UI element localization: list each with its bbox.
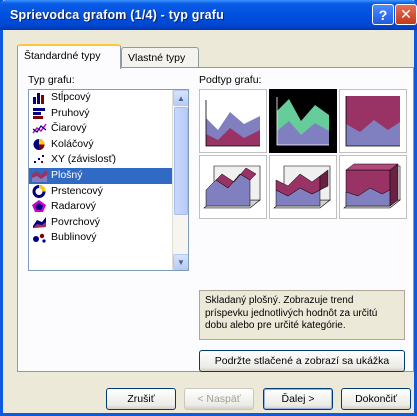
list-item-bar[interactable]: Pruhový xyxy=(29,106,188,122)
chart-type-scrollbar[interactable]: ▲ ▼ xyxy=(172,90,188,270)
list-item-pie[interactable]: Koláčový xyxy=(29,137,188,153)
press-and-hold-preview-button[interactable]: Podržte stlačené a zobrazí sa ukážka xyxy=(199,350,405,372)
subtype-stacked-area[interactable] xyxy=(269,89,337,153)
list-item-radar[interactable]: Radarový xyxy=(29,199,188,215)
list-item-doughnut[interactable]: Prstencový xyxy=(29,184,188,200)
help-button[interactable]: ? xyxy=(372,4,394,25)
bar-chart-icon xyxy=(33,107,45,119)
chevron-down-icon: ▼ xyxy=(177,257,185,267)
area-subtype-icon xyxy=(205,100,260,147)
chart-type-list[interactable]: Stĺpcový Pruhový Čiarový Koláčový XY (zá… xyxy=(28,89,189,271)
subtype-100-stacked-area[interactable] xyxy=(339,89,407,153)
subtype-3d-100-stacked-area[interactable] xyxy=(339,155,407,219)
full-stacked-area-subtype-icon xyxy=(345,96,400,147)
chart-type-label: Typ grafu: xyxy=(28,74,75,86)
tab-panel: Typ grafu: Podtyp grafu: Stĺpcový Pruhov… xyxy=(17,67,414,372)
subtype-3d-stacked-area[interactable] xyxy=(269,155,337,219)
back-button[interactable]: < Naspäť xyxy=(184,388,254,410)
list-item-line[interactable]: Čiarový xyxy=(29,121,188,137)
subtype-3d-area[interactable] xyxy=(199,155,267,219)
title-bar: Sprievodca grafom (1/4) - typ grafu ? ✕ xyxy=(0,0,417,30)
scroll-up-button[interactable]: ▲ xyxy=(173,90,188,106)
surface-chart-icon xyxy=(33,216,46,228)
list-item-area[interactable]: Plošný xyxy=(29,167,188,184)
chart-wizard-window: Sprievodca grafom (1/4) - typ grafu ? ✕ … xyxy=(0,0,417,416)
close-button[interactable]: ✕ xyxy=(395,4,417,25)
chart-subtype-label: Podtyp grafu: xyxy=(199,74,262,86)
stacked-area-3d-subtype-icon xyxy=(273,165,331,209)
tab-standard-types[interactable]: Štandardné typy xyxy=(17,44,121,69)
line-chart-icon xyxy=(32,123,47,134)
pie-chart-icon xyxy=(33,138,45,150)
close-icon: ✕ xyxy=(400,6,412,22)
help-icon: ? xyxy=(378,6,388,23)
list-item-column[interactable]: Stĺpcový xyxy=(29,90,188,106)
list-item-xy-scatter[interactable]: XY (závislosť) xyxy=(29,152,188,168)
area-3d-subtype-icon xyxy=(203,165,261,209)
scroll-down-button[interactable]: ▼ xyxy=(173,254,188,270)
subtype-grid xyxy=(199,89,407,219)
bubble-chart-icon xyxy=(33,234,46,243)
tab-custom-types[interactable]: Vlastné typy xyxy=(121,47,199,67)
finish-button[interactable]: Dokončiť xyxy=(341,388,411,410)
window-title: Sprievodca grafom (1/4) - typ grafu xyxy=(10,8,224,22)
area-chart-icon xyxy=(32,169,47,182)
subtype-area[interactable] xyxy=(199,89,267,153)
column-chart-icon xyxy=(33,93,44,104)
scatter-chart-icon xyxy=(34,155,44,164)
doughnut-chart-icon xyxy=(32,184,46,198)
next-button[interactable]: Ďalej > xyxy=(263,388,333,410)
list-item-surface[interactable]: Povrchový xyxy=(29,215,188,231)
stacked-area-subtype-icon xyxy=(276,97,329,146)
radar-chart-icon xyxy=(32,200,46,213)
list-item-bubble[interactable]: Bublinový xyxy=(29,230,188,246)
cancel-button[interactable]: Zrušiť xyxy=(106,388,176,410)
full-stacked-area-3d-subtype-icon xyxy=(343,163,401,209)
chevron-up-icon: ▲ xyxy=(177,93,185,103)
subtype-description: Skladaný plošný. Zobrazuje trend príspev… xyxy=(199,290,405,340)
scroll-thumb[interactable] xyxy=(174,107,188,215)
